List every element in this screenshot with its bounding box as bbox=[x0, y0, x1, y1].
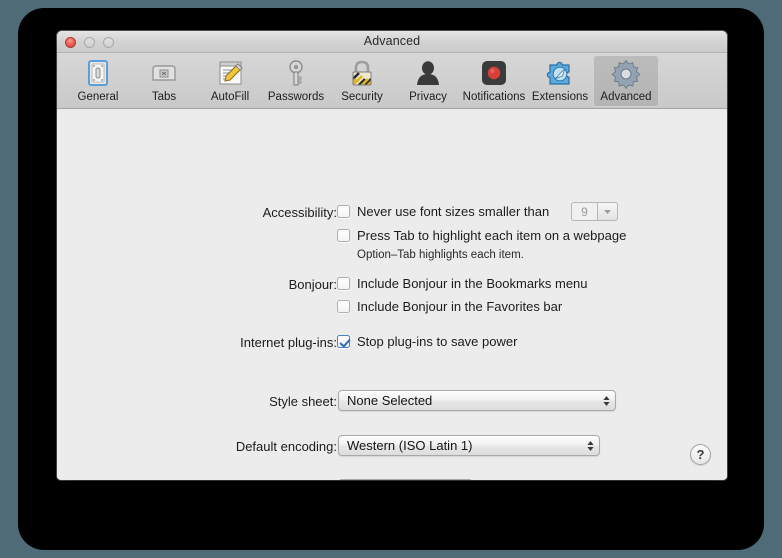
notifications-icon bbox=[477, 59, 511, 89]
option-tab-hint: Option–Tab highlights each item. bbox=[357, 249, 524, 261]
checkbox-label: Press Tab to highlight each item on a we… bbox=[357, 228, 626, 243]
toolbar-item-label: Privacy bbox=[409, 91, 447, 103]
style-sheet-value: None Selected bbox=[347, 393, 597, 408]
checkbox-label: Never use font sizes smaller than bbox=[357, 204, 549, 219]
minimum-font-size-field[interactable]: 9 bbox=[571, 202, 597, 221]
window-titlebar[interactable]: Advanced bbox=[57, 31, 727, 53]
checkbox-box bbox=[337, 205, 350, 218]
window-title: Advanced bbox=[57, 34, 727, 48]
minimum-font-size-dropdown-button[interactable] bbox=[597, 202, 618, 221]
never-use-font-sizes-checkbox[interactable]: Never use font sizes smaller than bbox=[337, 204, 549, 219]
checkbox-label: Include Bonjour in the Bookmarks menu bbox=[357, 276, 588, 291]
tabs-icon bbox=[147, 59, 181, 89]
toolbar-item-label: Advanced bbox=[600, 91, 651, 103]
toolbar-item-autofill[interactable]: AutoFill bbox=[197, 55, 263, 107]
internet-plugins-label: Internet plug-ins: bbox=[240, 335, 337, 350]
privacy-icon bbox=[411, 59, 445, 89]
style-sheet-label: Style sheet: bbox=[269, 394, 337, 409]
toolbar-item-general[interactable]: General bbox=[65, 55, 131, 107]
general-icon bbox=[81, 59, 115, 89]
toolbar-item-label: Passwords bbox=[268, 91, 324, 103]
checkbox-label: Include Bonjour in the Favorites bar bbox=[357, 299, 562, 314]
toolbar-item-advanced[interactable]: Advanced bbox=[593, 55, 659, 107]
toolbar-item-label: Security bbox=[341, 91, 383, 103]
preferences-toolbar: General Tabs bbox=[57, 53, 727, 109]
help-button[interactable]: ? bbox=[690, 444, 711, 465]
checkbox-box bbox=[337, 277, 350, 290]
toolbar-item-notifications[interactable]: Notifications bbox=[461, 55, 527, 107]
stop-plugins-checkbox[interactable]: Stop plug-ins to save power bbox=[337, 334, 517, 349]
toolbar-item-tabs[interactable]: Tabs bbox=[131, 55, 197, 107]
toolbar-item-label: Tabs bbox=[152, 91, 176, 103]
default-encoding-popup[interactable]: Western (ISO Latin 1) bbox=[338, 435, 600, 456]
accessibility-label: Accessibility: bbox=[263, 205, 337, 220]
updown-chevron-icon bbox=[597, 394, 615, 408]
bonjour-label: Bonjour: bbox=[289, 277, 337, 292]
toolbar-item-security[interactable]: Security bbox=[329, 55, 395, 107]
toolbar-item-label: General bbox=[78, 91, 119, 103]
updown-chevron-icon bbox=[581, 439, 599, 453]
checkbox-label: Stop plug-ins to save power bbox=[357, 334, 517, 349]
style-sheet-popup[interactable]: None Selected bbox=[338, 390, 616, 411]
toolbar-item-label: AutoFill bbox=[211, 91, 249, 103]
checkbox-box bbox=[337, 335, 350, 348]
default-encoding-label: Default encoding: bbox=[236, 439, 337, 454]
default-encoding-value: Western (ISO Latin 1) bbox=[347, 438, 581, 453]
chevron-down-icon bbox=[603, 209, 612, 215]
security-icon bbox=[345, 59, 379, 89]
advanced-icon bbox=[609, 59, 643, 89]
passwords-icon bbox=[279, 59, 313, 89]
toolbar-item-label: Notifications bbox=[463, 91, 526, 103]
press-tab-highlight-checkbox[interactable]: Press Tab to highlight each item on a we… bbox=[337, 228, 626, 243]
checkbox-box bbox=[337, 300, 350, 313]
toolbar-item-privacy[interactable]: Privacy bbox=[395, 55, 461, 107]
advanced-preferences-pane: Accessibility: Never use font sizes smal… bbox=[57, 109, 727, 479]
checkbox-box bbox=[337, 229, 350, 242]
preferences-window: Advanced General bbox=[57, 31, 727, 480]
extensions-icon bbox=[543, 59, 577, 89]
bonjour-bookmarks-checkbox[interactable]: Include Bonjour in the Bookmarks menu bbox=[337, 276, 588, 291]
bonjour-favorites-checkbox[interactable]: Include Bonjour in the Favorites bar bbox=[337, 299, 562, 314]
toolbar-item-passwords[interactable]: Passwords bbox=[263, 55, 329, 107]
change-settings-button[interactable]: Change Settings… bbox=[338, 479, 473, 480]
toolbar-item-label: Extensions bbox=[532, 91, 588, 103]
autofill-icon bbox=[213, 59, 247, 89]
toolbar-item-extensions[interactable]: Extensions bbox=[527, 55, 593, 107]
minimum-font-size-combo[interactable]: 9 bbox=[571, 202, 618, 221]
